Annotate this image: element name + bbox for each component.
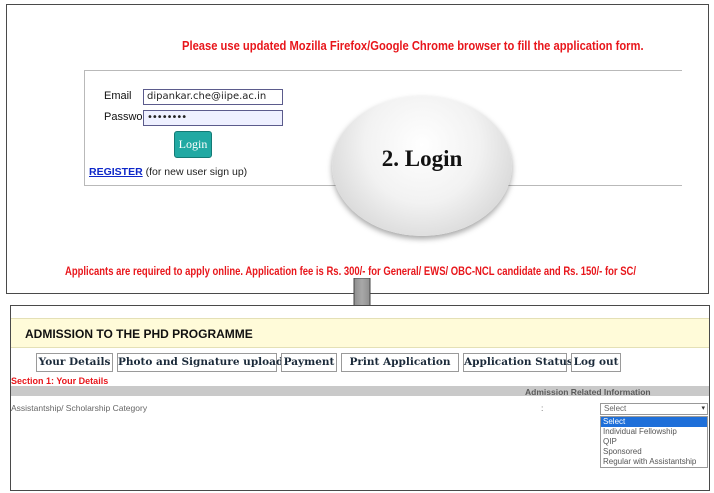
email-label: Email — [104, 90, 132, 102]
password-field[interactable]: •••••••• — [143, 110, 283, 126]
dropdown-option[interactable]: Individual Fellowship — [601, 427, 707, 437]
tab-log-out[interactable]: Log out — [571, 353, 621, 372]
tab-your-details[interactable]: Your Details — [36, 353, 113, 372]
tab-application-status[interactable]: Application Status — [463, 353, 573, 372]
info-header-text: Admission Related Information — [525, 387, 651, 397]
dropdown-option[interactable]: QIP — [601, 437, 707, 447]
login-button[interactable]: Login — [174, 131, 212, 158]
admission-title: ADMISSION TO THE PHD PROGRAMME — [25, 327, 253, 341]
browser-notice: Please use updated Mozilla Firefox/Googl… — [182, 38, 644, 53]
dropdown-option[interactable]: Regular with Assistantship — [601, 457, 707, 467]
select-value: Select — [604, 404, 627, 413]
application-fee-notice: Applicants are required to apply online.… — [65, 264, 637, 278]
chevron-down-icon: ▾ — [701, 405, 705, 412]
scholarship-category-label: Assistantship/ Scholarship Category — [11, 403, 148, 413]
register-row: REGISTER (for new user sign up) — [89, 166, 247, 178]
dropdown-option[interactable]: Sponsored — [601, 447, 707, 457]
email-field[interactable]: dipankar.che@iipe.ac.in — [143, 89, 283, 105]
step-callout: 2. Login — [332, 96, 512, 236]
tab-photo-signature-upload[interactable]: Photo and Signature upload — [117, 353, 283, 372]
tab-payment[interactable]: Payment — [281, 353, 337, 372]
field-colon: : — [541, 403, 544, 413]
register-link[interactable]: REGISTER — [89, 166, 143, 178]
dropdown-option[interactable]: Select — [601, 417, 707, 427]
register-hint: (for new user sign up) — [145, 166, 248, 178]
scholarship-category-select[interactable]: Select ▾ — [600, 403, 708, 415]
scholarship-category-dropdown: Select Individual Fellowship QIP Sponsor… — [600, 416, 708, 468]
section-title: Section 1: Your Details — [11, 376, 109, 386]
step-callout-text: 2. Login — [381, 146, 463, 171]
admission-header: ADMISSION TO THE PHD PROGRAMME — [11, 318, 709, 348]
tab-print-application[interactable]: Print Application — [341, 353, 459, 372]
admission-screenshot-panel: ADMISSION TO THE PHD PROGRAMME Your Deta… — [10, 305, 710, 491]
